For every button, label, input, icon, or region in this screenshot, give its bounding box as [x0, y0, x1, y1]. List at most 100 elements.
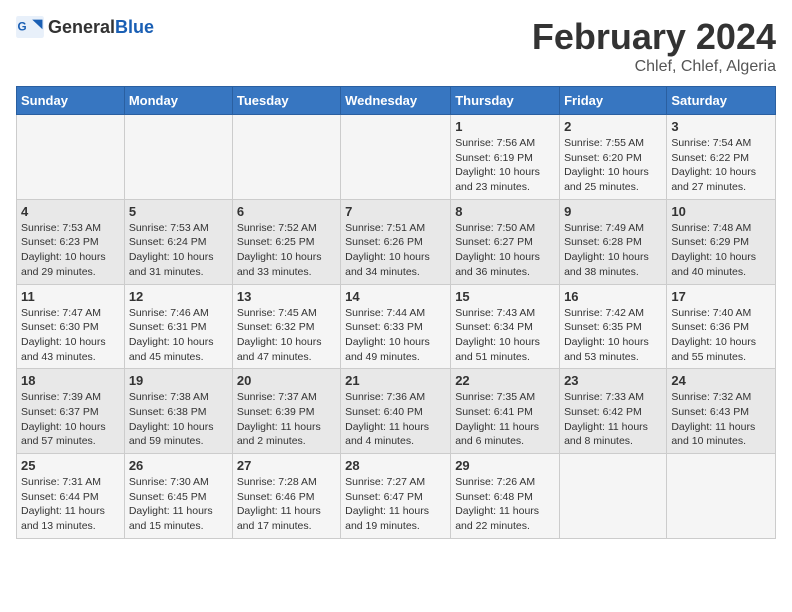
day-info: Sunrise: 7:26 AM Sunset: 6:48 PM Dayligh… [455, 475, 555, 534]
day-number: 10 [671, 204, 771, 219]
day-info: Sunrise: 7:37 AM Sunset: 6:39 PM Dayligh… [237, 390, 336, 449]
day-info: Sunrise: 7:53 AM Sunset: 6:24 PM Dayligh… [129, 221, 228, 280]
header-day-monday: Monday [124, 87, 232, 115]
day-number: 2 [564, 119, 662, 134]
calendar-cell: 2 Sunrise: 7:55 AM Sunset: 6:20 PM Daylig… [560, 115, 667, 200]
header-row: SundayMondayTuesdayWednesdayThursdayFrid… [17, 87, 776, 115]
day-info: Sunrise: 7:53 AM Sunset: 6:23 PM Dayligh… [21, 221, 120, 280]
day-number: 6 [237, 204, 336, 219]
calendar-cell: 21 Sunrise: 7:36 AM Sunset: 6:40 PM Dayli… [341, 369, 451, 454]
day-number: 12 [129, 289, 228, 304]
day-info: Sunrise: 7:49 AM Sunset: 6:28 PM Dayligh… [564, 221, 662, 280]
calendar-cell: 27Sunrise: 7:28 AM Sunset: 6:46 PM Dayli… [232, 454, 340, 539]
day-number: 25 [21, 458, 120, 473]
calendar-cell [17, 115, 125, 200]
day-number: 29 [455, 458, 555, 473]
calendar-cell: 9 Sunrise: 7:49 AM Sunset: 6:28 PM Daylig… [560, 199, 667, 284]
day-info: Sunrise: 7:33 AM Sunset: 6:42 PM Dayligh… [564, 390, 662, 449]
day-info: Sunrise: 7:39 AM Sunset: 6:37 PM Dayligh… [21, 390, 120, 449]
day-info: Sunrise: 7:43 AM Sunset: 6:34 PM Dayligh… [455, 306, 555, 365]
calendar-cell: 7 Sunrise: 7:51 AM Sunset: 6:26 PM Daylig… [341, 199, 451, 284]
day-number: 20 [237, 373, 336, 388]
day-info: Sunrise: 7:27 AM Sunset: 6:47 PM Dayligh… [345, 475, 446, 534]
day-info: Sunrise: 7:31 AM Sunset: 6:44 PM Dayligh… [21, 475, 120, 534]
day-info: Sunrise: 7:46 AM Sunset: 6:31 PM Dayligh… [129, 306, 228, 365]
header-day-thursday: Thursday [451, 87, 560, 115]
calendar-cell: 17 Sunrise: 7:40 AM Sunset: 6:36 PM Dayli… [667, 284, 776, 369]
calendar-table: SundayMondayTuesdayWednesdayThursdayFrid… [16, 86, 776, 539]
day-number: 15 [455, 289, 555, 304]
calendar-cell: 22 Sunrise: 7:35 AM Sunset: 6:41 PM Dayli… [451, 369, 560, 454]
day-number: 19 [129, 373, 228, 388]
calendar-cell: 13 Sunrise: 7:45 AM Sunset: 6:32 PM Dayli… [232, 284, 340, 369]
calendar-cell: 16Sunrise: 7:42 AM Sunset: 6:35 PM Dayli… [560, 284, 667, 369]
header-day-friday: Friday [560, 87, 667, 115]
day-number: 26 [129, 458, 228, 473]
week-row-2: 4 Sunrise: 7:53 AM Sunset: 6:23 PM Daylig… [17, 199, 776, 284]
day-info: Sunrise: 7:30 AM Sunset: 6:45 PM Dayligh… [129, 475, 228, 534]
day-number: 21 [345, 373, 446, 388]
day-info: Sunrise: 7:28 AM Sunset: 6:46 PM Dayligh… [237, 475, 336, 534]
day-info: Sunrise: 7:48 AM Sunset: 6:29 PM Dayligh… [671, 221, 771, 280]
header-day-sunday: Sunday [17, 87, 125, 115]
day-number: 8 [455, 204, 555, 219]
calendar-cell: 1Sunrise: 7:56 AM Sunset: 6:19 PM Daylig… [451, 115, 560, 200]
calendar-cell: 3 Sunrise: 7:54 AM Sunset: 6:22 PM Daylig… [667, 115, 776, 200]
logo: G GeneralBlue [16, 16, 154, 38]
day-info: Sunrise: 7:51 AM Sunset: 6:26 PM Dayligh… [345, 221, 446, 280]
day-info: Sunrise: 7:44 AM Sunset: 6:33 PM Dayligh… [345, 306, 446, 365]
calendar-cell: 24 Sunrise: 7:32 AM Sunset: 6:43 PM Dayli… [667, 369, 776, 454]
calendar-cell: 4 Sunrise: 7:53 AM Sunset: 6:23 PM Daylig… [17, 199, 125, 284]
header-day-saturday: Saturday [667, 87, 776, 115]
day-info: Sunrise: 7:50 AM Sunset: 6:27 PM Dayligh… [455, 221, 555, 280]
week-row-3: 11 Sunrise: 7:47 AM Sunset: 6:30 PM Dayli… [17, 284, 776, 369]
day-number: 18 [21, 373, 120, 388]
week-row-5: 25 Sunrise: 7:31 AM Sunset: 6:44 PM Dayli… [17, 454, 776, 539]
day-number: 17 [671, 289, 771, 304]
calendar-cell: 12 Sunrise: 7:46 AM Sunset: 6:31 PM Dayli… [124, 284, 232, 369]
day-number: 22 [455, 373, 555, 388]
day-info: Sunrise: 7:47 AM Sunset: 6:30 PM Dayligh… [21, 306, 120, 365]
day-info: Sunrise: 7:40 AM Sunset: 6:36 PM Dayligh… [671, 306, 771, 365]
day-number: 9 [564, 204, 662, 219]
day-number: 3 [671, 119, 771, 134]
day-info: Sunrise: 7:52 AM Sunset: 6:25 PM Dayligh… [237, 221, 336, 280]
calendar-cell: 8 Sunrise: 7:50 AM Sunset: 6:27 PM Daylig… [451, 199, 560, 284]
calendar-cell: 19 Sunrise: 7:38 AM Sunset: 6:38 PM Dayli… [124, 369, 232, 454]
calendar-cell: 5 Sunrise: 7:53 AM Sunset: 6:24 PM Daylig… [124, 199, 232, 284]
day-number: 24 [671, 373, 771, 388]
day-number: 28 [345, 458, 446, 473]
logo-text-blue: Blue [115, 17, 154, 37]
day-number: 11 [21, 289, 120, 304]
svg-text:G: G [18, 21, 27, 34]
day-number: 14 [345, 289, 446, 304]
calendar-cell [232, 115, 340, 200]
calendar-cell: 26 Sunrise: 7:30 AM Sunset: 6:45 PM Dayli… [124, 454, 232, 539]
logo-icon: G [16, 16, 44, 38]
day-number: 4 [21, 204, 120, 219]
header-day-tuesday: Tuesday [232, 87, 340, 115]
day-number: 7 [345, 204, 446, 219]
calendar-cell: 18 Sunrise: 7:39 AM Sunset: 6:37 PM Dayli… [17, 369, 125, 454]
day-number: 5 [129, 204, 228, 219]
day-number: 13 [237, 289, 336, 304]
header-day-wednesday: Wednesday [341, 87, 451, 115]
day-info: Sunrise: 7:56 AM Sunset: 6:19 PM Dayligh… [455, 136, 555, 195]
calendar-cell: 25 Sunrise: 7:31 AM Sunset: 6:44 PM Dayli… [17, 454, 125, 539]
day-info: Sunrise: 7:32 AM Sunset: 6:43 PM Dayligh… [671, 390, 771, 449]
header: G GeneralBlue February 2024 Chlef, Chlef… [16, 16, 776, 76]
day-info: Sunrise: 7:36 AM Sunset: 6:40 PM Dayligh… [345, 390, 446, 449]
calendar-cell: 15 Sunrise: 7:43 AM Sunset: 6:34 PM Dayli… [451, 284, 560, 369]
day-info: Sunrise: 7:45 AM Sunset: 6:32 PM Dayligh… [237, 306, 336, 365]
week-row-1: 1Sunrise: 7:56 AM Sunset: 6:19 PM Daylig… [17, 115, 776, 200]
day-info: Sunrise: 7:55 AM Sunset: 6:20 PM Dayligh… [564, 136, 662, 195]
day-info: Sunrise: 7:35 AM Sunset: 6:41 PM Dayligh… [455, 390, 555, 449]
day-info: Sunrise: 7:38 AM Sunset: 6:38 PM Dayligh… [129, 390, 228, 449]
day-info: Sunrise: 7:54 AM Sunset: 6:22 PM Dayligh… [671, 136, 771, 195]
day-number: 23 [564, 373, 662, 388]
calendar-cell [124, 115, 232, 200]
calendar-cell: 29 Sunrise: 7:26 AM Sunset: 6:48 PM Dayli… [451, 454, 560, 539]
calendar-cell [341, 115, 451, 200]
calendar-cell [667, 454, 776, 539]
week-row-4: 18 Sunrise: 7:39 AM Sunset: 6:37 PM Dayli… [17, 369, 776, 454]
